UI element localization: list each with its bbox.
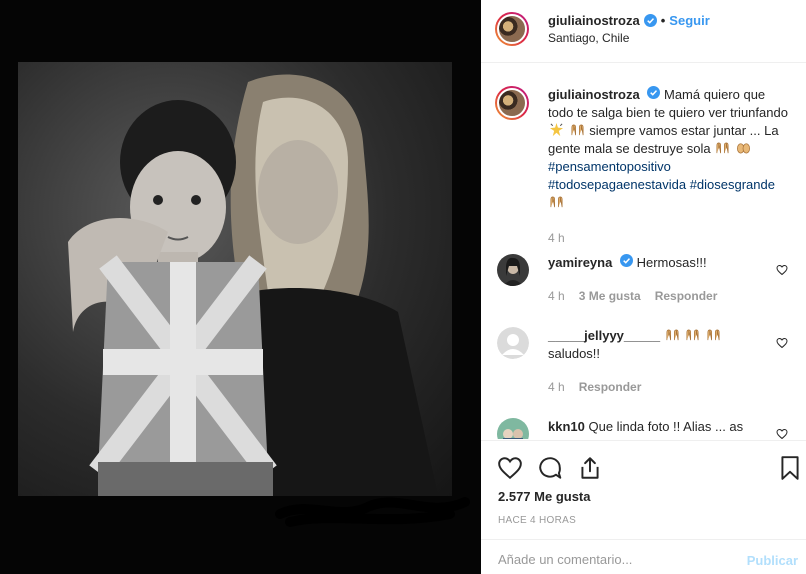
verified-icon <box>647 86 661 99</box>
comment-username[interactable]: kkn10 <box>548 419 585 434</box>
author-username[interactable]: giuliainostroza <box>548 13 640 28</box>
hashtag-link[interactable]: #pensamentopositivo <box>548 159 671 174</box>
raised-hands-emoji-icon <box>666 329 679 341</box>
author-avatar[interactable] <box>495 12 529 46</box>
comment-username[interactable]: _____jellyyy_____ <box>548 328 660 343</box>
comment-like-heart-icon[interactable] <box>776 264 788 276</box>
caption-avatar[interactable] <box>495 86 529 120</box>
heart-icon[interactable] <box>497 455 523 481</box>
comment-body: Que linda foto !! Alias ... as <box>588 419 744 434</box>
separator-dot: • <box>660 13 666 28</box>
raised-hands-emoji-icon <box>550 196 563 208</box>
hashtag-link[interactable]: #todosepagaenestavida <box>548 177 686 192</box>
comment-meta: 4 h Responder <box>548 380 641 394</box>
photo-illustration <box>68 74 438 496</box>
comment-text: yamireyna Hermosas!!! <box>548 254 788 272</box>
commenter-avatar[interactable] <box>497 418 529 439</box>
post-photo-pane <box>0 0 481 574</box>
post-photo[interactable] <box>18 62 452 496</box>
reply-button[interactable]: Responder <box>655 289 718 303</box>
caption-username[interactable]: giuliainostroza <box>548 87 640 102</box>
hashtag-link[interactable]: #diosesgrande <box>690 177 775 192</box>
comments-list[interactable]: giuliainostroza Mamá quiero que todo te … <box>481 64 806 439</box>
scribble-mark <box>275 497 470 527</box>
raised-hands-emoji-icon <box>571 124 584 136</box>
comment-input[interactable] <box>498 549 728 569</box>
comment-like-heart-icon[interactable] <box>776 428 788 439</box>
comment-body: Hermosas!!! <box>636 255 707 270</box>
verified-icon <box>619 254 633 267</box>
post-header: giuliainostroza • Seguir Santiago, Chile <box>481 0 806 63</box>
post-actions: 2.577 Me gusta HACE 4 HORAS <box>481 440 806 540</box>
comment-likes[interactable]: 3 Me gusta <box>579 289 641 303</box>
verified-icon <box>643 14 657 27</box>
comment-meta: 4 h 3 Me gusta Responder <box>548 289 717 303</box>
caption-text: giuliainostroza Mamá quiero que todo te … <box>548 86 788 212</box>
caption-time[interactable]: 4 h <box>548 231 565 245</box>
location-link[interactable]: Santiago, Chile <box>548 31 629 45</box>
raised-hands-emoji-icon <box>707 329 720 341</box>
commenter-photo <box>497 418 529 439</box>
comment-like-heart-icon[interactable] <box>776 337 788 349</box>
comment-username[interactable]: yamireyna <box>548 255 612 270</box>
comment-text: _____jellyyy_____ saludos!! <box>548 327 788 363</box>
comment-form: Publicar <box>481 539 806 574</box>
caption-meta: 4 h <box>548 231 565 245</box>
author-line: giuliainostroza • Seguir <box>548 13 710 28</box>
likes-count[interactable]: 2.577 Me gusta <box>498 489 591 504</box>
commenter-avatar[interactable] <box>497 254 529 286</box>
publish-button[interactable]: Publicar <box>747 553 798 568</box>
commenter-photo <box>497 254 529 286</box>
bookmark-icon[interactable] <box>777 455 803 481</box>
comment-time[interactable]: 4 h <box>548 289 565 303</box>
default-user-icon <box>497 327 529 359</box>
comment-body: saludos!! <box>548 346 601 361</box>
commenter-avatar[interactable] <box>497 327 529 359</box>
reply-button[interactable]: Responder <box>579 380 642 394</box>
share-icon[interactable] <box>577 455 603 481</box>
folded-hands-emoji-icon <box>736 143 750 154</box>
comment-text: kkn10 Que linda foto !! Alias ... as <box>548 418 788 436</box>
sparkle-star-emoji-icon <box>549 122 564 137</box>
comment-icon[interactable] <box>537 455 563 481</box>
raised-hands-emoji-icon <box>686 329 699 341</box>
raised-hands-emoji-icon <box>716 142 729 154</box>
post-timestamp[interactable]: HACE 4 HORAS <box>498 515 576 526</box>
comment-time[interactable]: 4 h <box>548 380 565 394</box>
follow-button[interactable]: Seguir <box>669 13 709 28</box>
